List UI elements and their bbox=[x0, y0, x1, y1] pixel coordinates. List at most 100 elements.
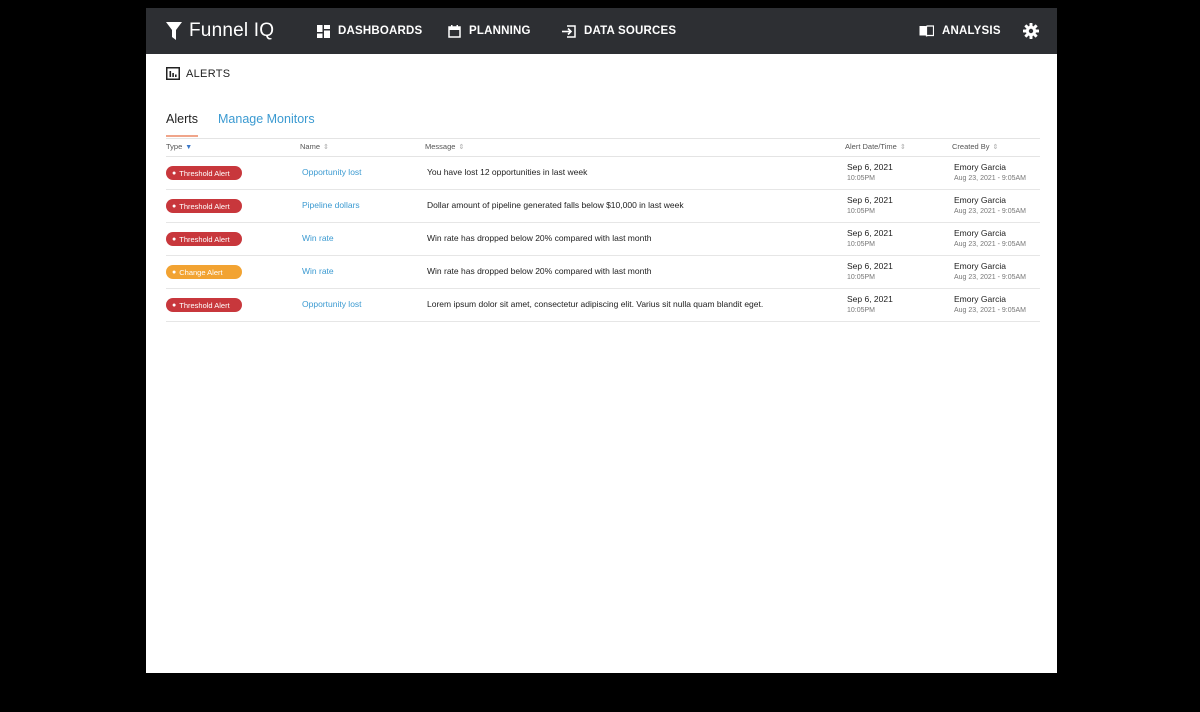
column-header-message[interactable]: Message ⇕ bbox=[425, 142, 464, 151]
threshold-alert-badge: ● Threshold Alert bbox=[166, 199, 242, 213]
alert-datetime: Sep 6, 2021 10:05PM bbox=[847, 195, 893, 217]
alert-datetime: Sep 6, 2021 10:05PM bbox=[847, 162, 893, 184]
sort-icon: ⇕ bbox=[992, 144, 999, 151]
column-label: Alert Date/Time bbox=[845, 142, 897, 151]
created-by: Emory Garcia Aug 23, 2021 - 9:05AM bbox=[954, 294, 1026, 316]
alert-date: Sep 6, 2021 bbox=[847, 261, 893, 271]
creator-name: Emory Garcia bbox=[954, 294, 1006, 304]
alert-name-link[interactable]: Win rate bbox=[302, 233, 334, 243]
nav-dashboards[interactable]: DASHBOARDS bbox=[317, 8, 422, 54]
alert-datetime: Sep 6, 2021 10:05PM bbox=[847, 228, 893, 250]
brand-name: Funnel IQ bbox=[189, 20, 275, 41]
alerts-table: Type ▼ Name ⇕ Message ⇕ Alert Date/Time ⇕ Cr… bbox=[166, 139, 1040, 322]
nav-data-sources[interactable]: DATA SOURCES bbox=[562, 8, 676, 54]
threshold-alert-badge: ● Threshold Alert bbox=[166, 166, 242, 180]
creator-name: Emory Garcia bbox=[954, 195, 1006, 205]
alert-message: Dollar amount of pipeline generated fall… bbox=[427, 200, 684, 210]
table-row[interactable]: ● Threshold Alert Opportunity lost You ha… bbox=[166, 157, 1040, 190]
table-row[interactable]: ● Threshold Alert Win rate Win rate has d… bbox=[166, 223, 1040, 256]
gear-icon bbox=[1023, 23, 1039, 39]
alert-name-link[interactable]: Opportunity lost bbox=[302, 167, 362, 177]
alert-message: Win rate has dropped below 20% compared … bbox=[427, 266, 652, 276]
alert-date: Sep 6, 2021 bbox=[847, 228, 893, 238]
alert-time: 10:05PM bbox=[847, 274, 876, 281]
badge-label: Threshold Alert bbox=[179, 168, 230, 178]
column-header-name[interactable]: Name ⇕ bbox=[300, 142, 329, 151]
app-window: Funnel IQ DASHBOARDS PLANNING DATA SOURC… bbox=[146, 8, 1057, 673]
column-label: Type bbox=[166, 142, 183, 151]
tab-alerts[interactable]: Alerts bbox=[166, 112, 198, 137]
table-row[interactable]: ● Change Alert Win rate Win rate has drop… bbox=[166, 256, 1040, 289]
alert-datetime: Sep 6, 2021 10:05PM bbox=[847, 261, 893, 283]
alert-name-link[interactable]: Opportunity lost bbox=[302, 299, 362, 309]
sort-desc-icon: ▼ bbox=[185, 144, 193, 151]
badge-label: Threshold Alert bbox=[179, 300, 230, 310]
sort-icon: ⇕ bbox=[323, 144, 329, 151]
badge-label: Threshold Alert bbox=[179, 234, 230, 244]
column-header-alert-date[interactable]: Alert Date/Time ⇕ bbox=[845, 142, 906, 151]
page-title: ALERTS bbox=[186, 67, 231, 80]
column-header-created-by[interactable]: Created By ⇕ bbox=[952, 142, 998, 151]
created-datetime: Aug 23, 2021 - 9:05AM bbox=[954, 241, 1026, 248]
top-navbar: Funnel IQ DASHBOARDS PLANNING DATA SOURC… bbox=[146, 8, 1057, 54]
nav-analysis-label: ANALYSIS bbox=[942, 25, 1001, 37]
alert-name-link[interactable]: Win rate bbox=[302, 266, 334, 276]
column-label: Name bbox=[300, 142, 321, 151]
nav-dashboards-label: DASHBOARDS bbox=[338, 25, 423, 37]
created-datetime: Aug 23, 2021 - 9:05AM bbox=[954, 208, 1026, 215]
dashboard-grid-icon bbox=[317, 24, 330, 38]
sort-icon: ⇕ bbox=[458, 144, 465, 151]
alert-icon: ● bbox=[172, 235, 177, 243]
settings-button[interactable] bbox=[1023, 23, 1039, 39]
import-icon bbox=[562, 24, 576, 38]
alert-time: 10:05PM bbox=[847, 307, 876, 314]
creator-name: Emory Garcia bbox=[954, 162, 1006, 172]
calendar-icon bbox=[448, 24, 461, 38]
page-header: ALERTS bbox=[166, 67, 230, 80]
nav-planning-label: PLANNING bbox=[469, 25, 531, 37]
tab-manage-monitors[interactable]: Manage Monitors bbox=[218, 112, 315, 126]
brand-logo[interactable]: Funnel IQ bbox=[165, 20, 274, 42]
alert-datetime: Sep 6, 2021 10:05PM bbox=[847, 294, 893, 316]
table-header: Type ▼ Name ⇕ Message ⇕ Alert Date/Time ⇕ Cr… bbox=[166, 139, 1040, 157]
sort-icon: ⇕ bbox=[899, 144, 906, 151]
created-by: Emory Garcia Aug 23, 2021 - 9:05AM bbox=[954, 195, 1026, 217]
column-header-type[interactable]: Type ▼ bbox=[166, 142, 192, 151]
change-alert-badge: ● Change Alert bbox=[166, 265, 242, 279]
alert-date: Sep 6, 2021 bbox=[847, 294, 893, 304]
created-by: Emory Garcia Aug 23, 2021 - 9:05AM bbox=[954, 261, 1026, 283]
threshold-alert-badge: ● Threshold Alert bbox=[166, 232, 242, 246]
alert-name-link[interactable]: Pipeline dollars bbox=[302, 200, 360, 210]
book-icon bbox=[919, 25, 934, 37]
created-by: Emory Garcia Aug 23, 2021 - 9:05AM bbox=[954, 228, 1026, 250]
column-label: Created By bbox=[952, 142, 990, 151]
alert-time: 10:05PM bbox=[847, 241, 876, 248]
alert-time: 10:05PM bbox=[847, 208, 876, 215]
table-row[interactable]: ● Threshold Alert Pipeline dollars Dollar… bbox=[166, 190, 1040, 223]
alert-date: Sep 6, 2021 bbox=[847, 162, 893, 172]
nav-analysis[interactable]: ANALYSIS bbox=[919, 8, 1001, 54]
badge-label: Threshold Alert bbox=[179, 201, 230, 211]
tab-bar: Alerts Manage Monitors bbox=[166, 108, 1040, 139]
alert-time: 10:05PM bbox=[847, 175, 876, 182]
threshold-alert-badge: ● Threshold Alert bbox=[166, 298, 242, 312]
alert-icon: ● bbox=[172, 202, 177, 210]
bar-chart-icon bbox=[166, 67, 180, 80]
created-by: Emory Garcia Aug 23, 2021 - 9:05AM bbox=[954, 162, 1026, 184]
column-label: Message bbox=[425, 142, 456, 151]
alert-message: Win rate has dropped below 20% compared … bbox=[427, 233, 652, 243]
created-datetime: Aug 23, 2021 - 9:05AM bbox=[954, 274, 1026, 281]
nav-planning[interactable]: PLANNING bbox=[448, 8, 531, 54]
creator-name: Emory Garcia bbox=[954, 261, 1006, 271]
alert-icon: ● bbox=[172, 169, 177, 177]
alert-date: Sep 6, 2021 bbox=[847, 195, 893, 205]
funnel-icon bbox=[166, 22, 182, 40]
creator-name: Emory Garcia bbox=[954, 228, 1006, 238]
table-row[interactable]: ● Threshold Alert Opportunity lost Lorem … bbox=[166, 289, 1040, 322]
badge-label: Change Alert bbox=[179, 267, 223, 277]
created-datetime: Aug 23, 2021 - 9:05AM bbox=[954, 175, 1026, 182]
alert-message: Lorem ipsum dolor sit amet, consectetur … bbox=[427, 299, 764, 309]
created-datetime: Aug 23, 2021 - 9:05AM bbox=[954, 307, 1026, 314]
alert-message: You have lost 12 opportunities in last w… bbox=[427, 167, 588, 177]
alert-icon: ● bbox=[172, 268, 177, 276]
